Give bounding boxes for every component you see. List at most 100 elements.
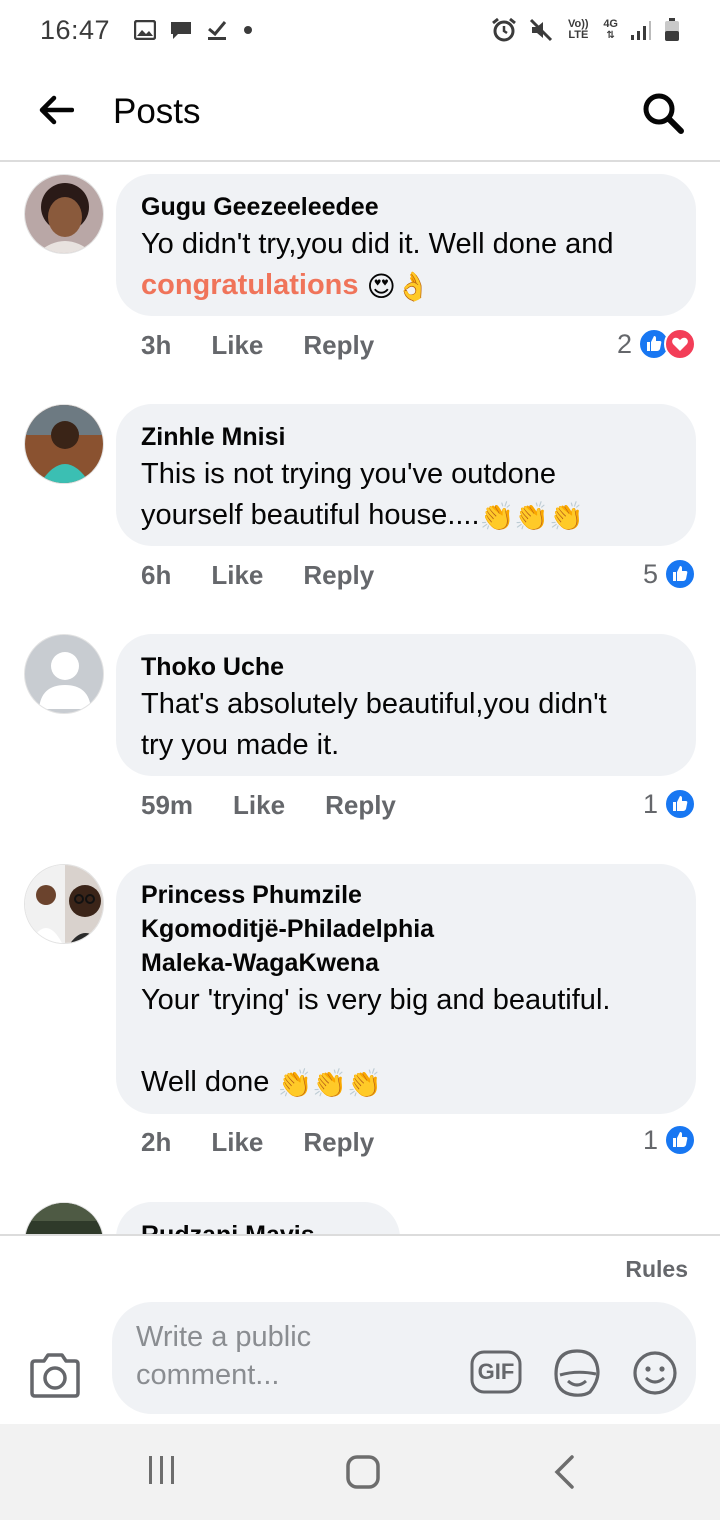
like-reaction-icon — [664, 788, 696, 820]
gif-button[interactable]: GIF — [470, 1350, 522, 1394]
like-button[interactable]: Like — [211, 1127, 263, 1158]
comment-text: Yo didn't try,you did it. Well done and … — [141, 224, 672, 307]
gallery-notification-icon — [134, 20, 157, 40]
recent-apps-icon — [149, 1456, 174, 1484]
arrow-left-icon — [39, 95, 74, 125]
reaction-summary[interactable]: 2 — [617, 328, 696, 360]
top-app-bar: Posts — [0, 60, 720, 162]
reaction-count: 2 — [616, 328, 632, 359]
reaction-count: 5 — [642, 558, 658, 589]
sticker-icon — [554, 1349, 600, 1397]
comment-timestamp: 2h — [141, 1127, 172, 1157]
reply-button[interactable]: Reply — [325, 790, 396, 821]
like-button[interactable]: Like — [211, 330, 263, 361]
back-button[interactable] — [36, 90, 76, 130]
comment-meta: 6h Like Reply — [141, 560, 414, 591]
message-notification-icon — [170, 20, 192, 40]
comment-bubble[interactable]: Princess Phumzile Kgomoditjë-Philadelphi… — [116, 864, 696, 1114]
comment-composer: Rules Write a public comment... GIF — [0, 1234, 720, 1424]
sticker-button[interactable] — [552, 1348, 602, 1398]
comment-author-line: Princess Phumzile — [141, 881, 362, 909]
reply-button[interactable]: Reply — [303, 330, 374, 361]
reply-button[interactable]: Reply — [303, 1127, 374, 1158]
comment-input-placeholder: comment... — [136, 1359, 280, 1391]
comment-emoji: 👏👏👏 — [277, 1066, 383, 1100]
comment-bubble[interactable]: Thoko Uche That's absolutely beautiful,y… — [116, 634, 696, 776]
back-chevron-icon — [554, 1455, 574, 1489]
comment-bubble[interactable]: Rudzani Mavis — [116, 1202, 400, 1234]
comments-list[interactable]: Gugu Geezeeleedee Yo didn't try,you did … — [0, 164, 720, 1234]
avatar[interactable] — [24, 404, 104, 484]
comment-highlight-text: congratulations — [141, 269, 359, 301]
avatar[interactable] — [24, 634, 104, 714]
emoji-button[interactable] — [632, 1350, 678, 1396]
comment-author[interactable]: Gugu Geezeeleedee — [141, 190, 672, 224]
comment-bubble[interactable]: Zinhle Mnisi This is not trying you've o… — [116, 404, 696, 546]
comment-author[interactable]: Thoko Uche — [141, 650, 672, 684]
comment-input[interactable]: Write a public comment... — [136, 1318, 356, 1394]
love-reaction-icon — [664, 328, 696, 360]
download-done-icon — [206, 19, 228, 41]
comment-text: This is not trying you've outdone yourse… — [141, 454, 672, 537]
search-button[interactable] — [638, 88, 688, 138]
battery-icon — [664, 18, 680, 42]
comment-timestamp: 6h — [141, 560, 172, 590]
smiley-icon — [633, 1351, 677, 1395]
comment-text-line: Well done — [141, 1066, 270, 1098]
comment-text-line: Yo didn't try,you did it. Well done and — [141, 228, 614, 260]
page-title: Posts — [113, 92, 201, 131]
like-reaction-icon — [664, 1124, 696, 1156]
system-navigation-bar — [0, 1424, 720, 1520]
more-notifications-dot-icon — [242, 24, 254, 36]
network-type-label: 4G — [603, 18, 618, 30]
recent-apps-button[interactable] — [146, 1454, 178, 1491]
status-time: 16:47 — [40, 14, 111, 45]
comment-text-line: That's absolutely beautiful,you didn't — [141, 688, 607, 720]
comment-author[interactable]: Princess Phumzile Kgomoditjë-Philadelphi… — [141, 878, 672, 980]
comment-timestamp: 59m — [141, 790, 194, 820]
volte-icon: Vo)) LTE — [568, 18, 589, 41]
reaction-count: 1 — [642, 788, 658, 819]
avatar[interactable] — [24, 1202, 104, 1234]
back-nav-button[interactable] — [552, 1454, 576, 1495]
comment-timestamp: 3h — [141, 330, 172, 360]
home-button[interactable] — [345, 1454, 381, 1495]
network-type-icon: 4G ⇅ — [603, 18, 618, 42]
comment-author[interactable]: Rudzani Mavis — [141, 1218, 376, 1234]
comment-author[interactable]: Zinhle Mnisi — [141, 420, 672, 454]
gif-label: GIF — [477, 1359, 515, 1384]
comment-text-line: yourself beautiful house.... — [141, 499, 480, 531]
comment-author-line: Kgomoditjë-Philadelphia — [141, 915, 435, 943]
comment-text-line: This is not trying you've outdone — [141, 458, 556, 490]
mute-icon — [529, 18, 553, 42]
avatar[interactable] — [24, 864, 104, 944]
default-avatar-icon — [25, 635, 103, 713]
reply-button[interactable]: Reply — [303, 560, 374, 591]
comment-input-box[interactable]: Write a public comment... GIF — [112, 1302, 696, 1414]
camera-button[interactable] — [28, 1352, 84, 1402]
comment-input-placeholder: Write a public — [136, 1321, 312, 1353]
signal-strength-icon — [630, 19, 652, 41]
comment-text-line: Your 'trying' is very big and beautiful. — [141, 984, 611, 1016]
search-icon — [643, 93, 684, 134]
reaction-summary[interactable]: 1 — [643, 1124, 696, 1156]
status-bar: 16:47 Vo)) LTE 4G ⇅ — [0, 0, 720, 60]
comment-meta: 2h Like Reply — [141, 1127, 414, 1158]
like-button[interactable]: Like — [233, 790, 285, 821]
home-icon — [346, 1455, 380, 1489]
like-reaction-icon — [664, 558, 696, 590]
comment-meta: 59m Like Reply — [141, 790, 436, 821]
comment-emoji: 👏👏👏 — [479, 499, 585, 533]
like-button[interactable]: Like — [211, 560, 263, 591]
reaction-summary[interactable]: 1 — [643, 788, 696, 820]
avatar[interactable] — [24, 174, 104, 254]
reaction-summary[interactable]: 5 — [643, 558, 696, 590]
comment-text-line: try you made it. — [141, 729, 340, 761]
alarm-icon — [491, 17, 517, 43]
rules-link[interactable]: Rules — [625, 1256, 688, 1283]
comment-emoji: 😍👌 — [366, 269, 431, 303]
comment-text: That's absolutely beautiful,you didn't t… — [141, 684, 672, 766]
comment-bubble[interactable]: Gugu Geezeeleedee Yo didn't try,you did … — [116, 174, 696, 316]
comment-meta: 3h Like Reply — [141, 330, 414, 361]
comment-author-line: Maleka-WagaKwena — [141, 949, 380, 977]
